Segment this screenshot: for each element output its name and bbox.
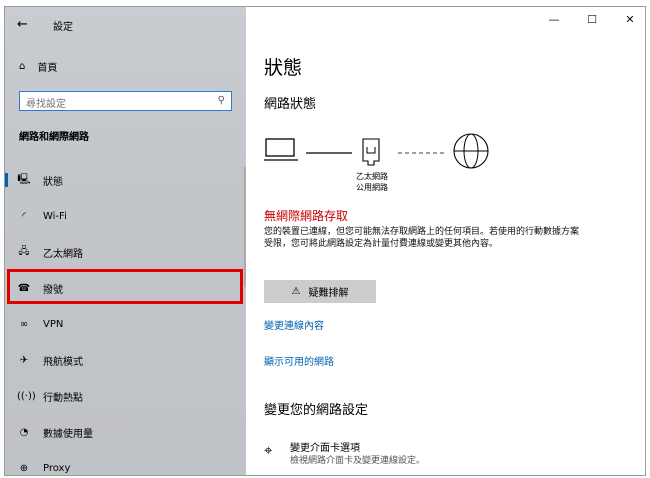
sidebar-item-data-usage[interactable]: ◔ 數據使用量: [5, 414, 246, 450]
sidebar-item-label: Wi-Fi: [43, 210, 67, 222]
home-icon: ⌂: [19, 61, 26, 72]
adapter-options-icon: ⌖: [264, 441, 273, 459]
search-input[interactable]: [20, 95, 206, 114]
vpn-icon: ∞: [19, 318, 29, 330]
home-label: 首頁: [37, 63, 58, 74]
adapter-options-title: 變更介面卡選項: [290, 443, 360, 454]
error-title: 無網際網路存取: [264, 209, 349, 223]
change-settings-heading: 變更您的網路設定: [264, 403, 369, 418]
data-usage-icon: ◔: [19, 426, 29, 438]
sidebar: ← 設定 ⌂ 首頁 ⚲ 網路和網際網路 🖳 狀態 ◜ Wi-Fi 🖧 乙太網路: [5, 7, 246, 475]
sidebar-item-vpn[interactable]: ∞ VPN: [5, 306, 246, 342]
adapter-options-desc: 檢視網路介面卡及變更連線設定。: [290, 456, 426, 466]
sidebar-item-label: 行動熱點: [43, 392, 83, 404]
sidebar-item-label: Proxy: [43, 462, 71, 474]
adapter-name: 乙太網路: [356, 172, 388, 181]
error-description: 您的裝置已連線，但您可能無法存取網路上的任何項目。若使用的行動數據方案受限，您可…: [264, 227, 580, 249]
settings-window: ← 設定 ⌂ 首頁 ⚲ 網路和網際網路 🖳 狀態 ◜ Wi-Fi 🖧 乙太網路: [4, 6, 646, 476]
search-box[interactable]: ⚲: [19, 91, 232, 114]
wifi-icon: ◜: [22, 210, 26, 222]
minimize-button[interactable]: —: [545, 13, 563, 26]
sidebar-item-label: 飛航模式: [43, 356, 83, 368]
status-icon: 🖳: [17, 173, 31, 185]
ethernet-icon: 🖧: [18, 245, 30, 257]
warning-icon: ⚠: [291, 286, 301, 297]
network-profile: 公用網路: [356, 183, 388, 192]
sidebar-item-label: 數據使用量: [43, 428, 93, 440]
app-title: 設定: [53, 22, 73, 33]
sidebar-item-ethernet[interactable]: 🖧 乙太網路: [5, 234, 246, 270]
proxy-icon: ⊕: [19, 462, 29, 474]
sidebar-item-hotspot[interactable]: ((·)) 行動熱點: [5, 378, 246, 414]
main-content: — ☐ ✕ 狀態 網路狀態 乙太網路 公用網路 無網際網路存取 您的裝置已連線，…: [246, 7, 645, 475]
back-arrow-icon[interactable]: ←: [17, 17, 28, 32]
search-icon[interactable]: ⚲: [218, 95, 225, 106]
sidebar-item-wifi[interactable]: ◜ Wi-Fi: [5, 198, 246, 234]
nav-list: 🖳 狀態 ◜ Wi-Fi 🖧 乙太網路 ☎ 撥號 ∞ VPN ✈ 飛航模式 ((…: [5, 162, 246, 475]
page-title: 狀態: [264, 57, 303, 79]
adapter-labels: 乙太網路 公用網路: [342, 171, 402, 193]
section-heading: 網路和網際網路: [19, 132, 89, 143]
sidebar-item-label: 乙太網路: [43, 248, 83, 260]
ethernet-port-icon: [362, 138, 380, 166]
sidebar-item-proxy[interactable]: ⊕ Proxy: [5, 450, 246, 475]
window-controls: — ☐ ✕: [545, 13, 639, 26]
sidebar-item-label: VPN: [43, 318, 64, 330]
change-connection-link[interactable]: 變更連線內容: [264, 317, 324, 332]
sidebar-item-airplane[interactable]: ✈ 飛航模式: [5, 342, 246, 378]
airplane-icon: ✈: [19, 354, 29, 366]
close-button[interactable]: ✕: [621, 13, 639, 26]
troubleshoot-button[interactable]: ⚠ 疑難排解: [264, 280, 376, 303]
troubleshoot-label: 疑難排解: [308, 288, 349, 299]
sidebar-item-label: 狀態: [43, 176, 63, 188]
network-status-heading: 網路狀態: [264, 97, 317, 112]
sidebar-home[interactable]: ⌂ 首頁: [19, 59, 57, 74]
maximize-button[interactable]: ☐: [583, 13, 601, 26]
hotspot-icon: ((·)): [17, 390, 36, 402]
highlight-box: [7, 269, 243, 304]
show-networks-link[interactable]: 顯示可用的網路: [264, 353, 334, 368]
sidebar-item-status[interactable]: 🖳 狀態: [5, 162, 246, 198]
globe-icon: [453, 133, 489, 169]
laptop-icon: [264, 138, 298, 161]
